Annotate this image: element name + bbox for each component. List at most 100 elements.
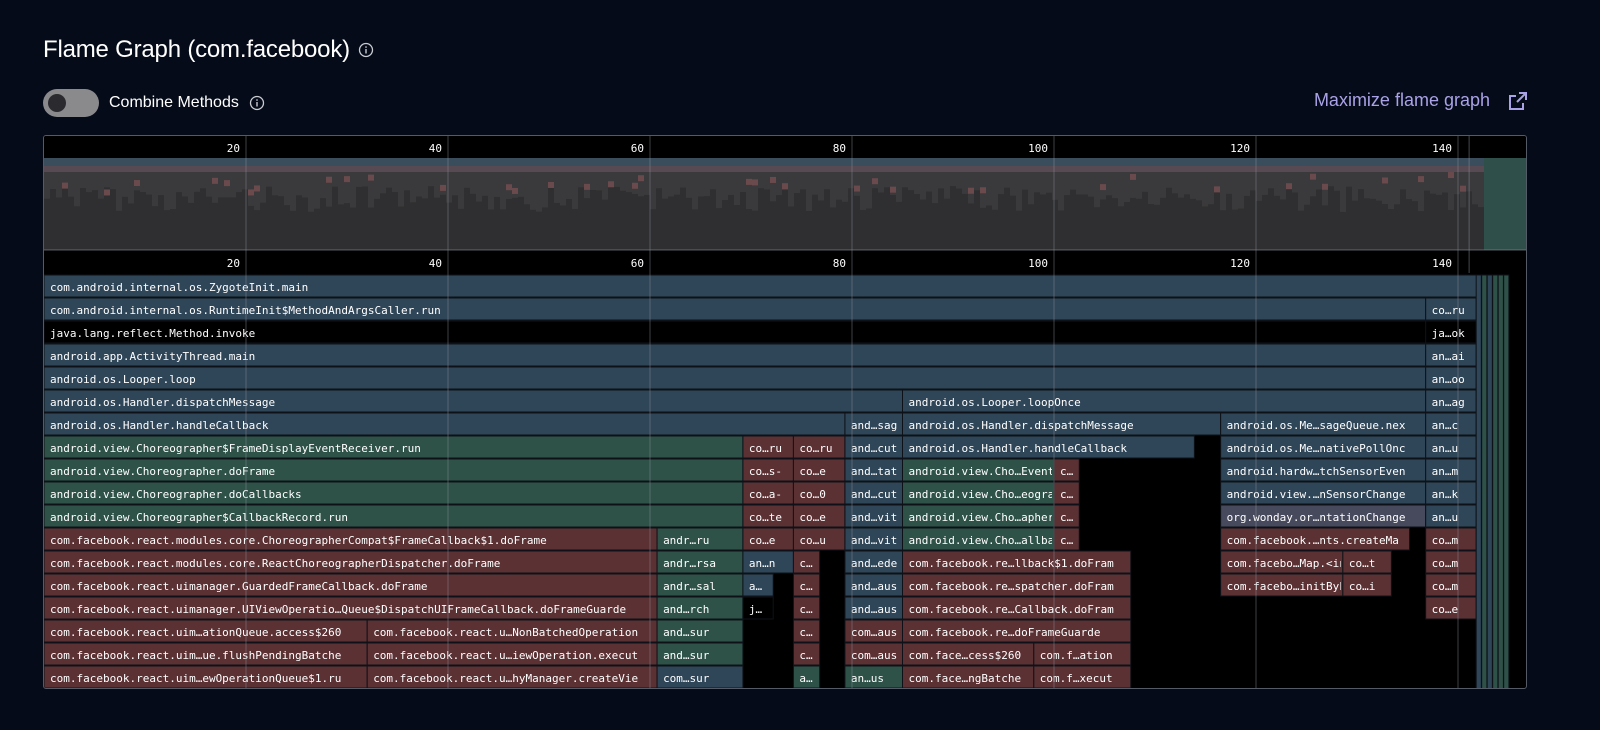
flame-frame[interactable]: a… [742,573,774,597]
flame-frame[interactable]: and…sag [844,412,903,436]
flame-frame[interactable]: c… [792,642,821,666]
flame-frame[interactable]: com.android.internal.os.ZygoteInit.main [44,274,1491,298]
flame-frame[interactable]: an…us [844,665,903,688]
flame-frame[interactable]: and…sur [656,619,744,643]
flame-frame[interactable]: ja…ok [1425,320,1477,344]
flame-frame[interactable]: an…c [1425,412,1477,436]
combine-methods-toggle[interactable] [43,89,99,117]
flame-frame[interactable]: c… [792,596,821,620]
flame-frame[interactable]: an…m [1425,458,1477,482]
flame-frame[interactable]: c… [792,550,821,574]
flame-frame[interactable]: andr…ru [656,527,744,551]
flame-frame[interactable]: co…a- [742,481,794,505]
flame-frame[interactable]: a… [792,665,821,688]
flame-frame[interactable]: android.os.Looper.loopOnce [902,389,1427,413]
flame-frame[interactable]: android.view.Cho…eographer.doFram [902,481,1128,505]
flame-frame[interactable]: co…ru [742,435,794,459]
flame-frame[interactable]: co…e [742,527,794,551]
maximize-flame-graph-link[interactable]: Maximize flame graph [1314,90,1528,111]
flame-frame[interactable]: com.facebook.react.uimanager.GuardedFram… [44,573,658,597]
flame-frame[interactable]: c… [1053,527,1080,551]
flame-frame[interactable]: co…0 [792,481,846,505]
flame-frame[interactable]: com.facebo…initBybri [1220,573,1359,597]
flame-frame[interactable]: com.facebook.react.uim…ationQueue.access… [44,619,368,643]
flame-frame[interactable]: co…m [1425,573,1477,597]
flame-frame[interactable]: com.facebook.react.u…NonBatchedOperation [366,619,658,643]
flame-frame[interactable]: an…oo [1425,366,1477,390]
flame-frame[interactable]: and…aus [844,573,903,597]
flame-frame[interactable]: com.facebook.react.u…hyManager.createVie [366,665,658,688]
flame-frame[interactable]: co…m [1425,550,1477,574]
flame-frame[interactable]: com.facebook.re…llback$1.doFram [902,550,1132,574]
flame-frame[interactable]: com.face…cess$260 [902,642,1035,666]
flame-frame[interactable]: com.facebo…Map.<init [1220,550,1359,574]
flame-frame[interactable]: c… [1053,458,1080,482]
flame-frame[interactable]: an…ai [1425,343,1477,367]
flame-frame[interactable]: com.f…xecut [1033,665,1132,688]
minimap[interactable] [44,158,1526,250]
flame-frame[interactable]: com.face…ngBatche [902,665,1035,688]
flame-frame[interactable]: an…k [1425,481,1477,505]
flame-frame[interactable]: android.view.…nSensorChange [1220,481,1427,505]
flame-frame[interactable]: com.facebook.…nts.createMa [1220,527,1411,551]
flame-frame[interactable]: android.os.Handler.handleCallback [902,435,1195,459]
flame-frame[interactable]: android.os.Handler.dispatchMessage [902,412,1222,436]
flame-frame[interactable]: co…m [1425,527,1477,551]
flame-frame[interactable]: co…s- [742,458,794,482]
flame-frame[interactable]: android.app.ActivityThread.main [44,343,1427,367]
flame-frame[interactable]: android.view.Choreographer.doFrame [44,458,744,482]
flame-graph-canvas[interactable]: 20 40 60 80 100 120 140 20 40 60 80 100 120 140 com.… [44,136,1526,688]
flame-frame[interactable]: com.android.internal.os.RuntimeInit$Meth… [44,297,1427,321]
flame-frame[interactable]: android.os.Looper.loop [44,366,1427,390]
flame-frame[interactable]: and…cut [844,435,903,459]
flame-frame[interactable]: java.lang.reflect.Method.invoke [44,320,1427,344]
flame-frame[interactable]: android.os.Me…sageQueue.nex [1220,412,1427,436]
flame-frame[interactable]: c… [792,619,821,643]
flame-frame[interactable]: android.os.Handler.handleCallback [44,412,846,436]
flame-frame[interactable]: com.facebook.react.uim…ewOperationQueue$… [44,665,368,688]
flame-frame[interactable]: com.facebook.re…doFrameGuarde [902,619,1132,643]
flame-frame[interactable]: j… [742,596,774,620]
flame-frame[interactable]: co…ru [1425,297,1477,321]
flame-frame[interactable]: an…ag [1425,389,1477,413]
flame-frame[interactable]: com…aus [844,619,903,643]
flame-frame[interactable]: co…e [792,504,846,528]
flame-frame[interactable]: android.view.Cho…apher.doCallback [902,504,1128,528]
flame-frame[interactable]: and…rch [656,596,744,620]
flame-frame[interactable]: android.view.Cho…allbackRecord.ru [902,527,1128,551]
flame-frame[interactable]: and…vit [844,527,903,551]
flame-frame[interactable]: co…t [1342,550,1392,574]
flame-frame[interactable]: com.facebook.react.u…iewOperation.execut [366,642,658,666]
flame-frame[interactable]: and…sur [656,642,744,666]
flame-frame[interactable]: com.facebook.react.uimanager.UIViewOpera… [44,596,658,620]
flame-frame[interactable]: com.facebook.re…Callback.doFram [902,596,1132,620]
flame-frame[interactable]: com.facebook.react.uim…ue.flushPendingBa… [44,642,368,666]
flame-frame[interactable]: android.view.Choreographer$FrameDisplayE… [44,435,744,459]
flame-frame[interactable]: an…n [742,550,794,574]
flame-frame[interactable]: an…u [1425,435,1477,459]
flame-frame[interactable]: c… [1053,481,1080,505]
flame-frame[interactable]: co…i [1342,573,1392,597]
flame-frame[interactable]: andr…rsa [656,550,744,574]
flame-frame[interactable]: co…e [792,458,846,482]
info-icon[interactable] [249,95,265,111]
flame-frame[interactable]: and…tat [844,458,903,482]
flame-frame[interactable]: and…vit [844,504,903,528]
flame-frame[interactable]: android.view.Choreographer$CallbackRecor… [44,504,744,528]
flame-frame[interactable]: com…sur [656,665,744,688]
flame-frame[interactable]: android.os.Me…nativePollOnc [1220,435,1427,459]
flame-graph[interactable]: 20 40 60 80 100 120 140 20 40 60 80 100 120 140 com.… [43,135,1527,689]
flame-frame[interactable]: com.f…ation [1033,642,1132,666]
flame-frame[interactable]: android.hardw…tchSensorEven [1220,458,1427,482]
flame-frame[interactable]: co…e [1425,596,1477,620]
flame-frame[interactable]: co…ru [792,435,846,459]
flame-frame[interactable]: co…te [742,504,794,528]
flame-frame[interactable]: android.os.Handler.dispatchMessage [44,389,903,413]
flame-frame[interactable]: org.wonday.or…ntationChange [1220,504,1427,528]
flame-frame[interactable]: and…cut [844,481,903,505]
flame-frame[interactable]: com…aus [844,642,903,666]
flame-frame[interactable]: com.facebook.react.modules.core.Choreogr… [44,527,658,551]
flame-frame[interactable]: and…ede [844,550,903,574]
flame-frame[interactable]: andr…sal [656,573,744,597]
flame-frame[interactable]: an…u [1425,504,1477,528]
